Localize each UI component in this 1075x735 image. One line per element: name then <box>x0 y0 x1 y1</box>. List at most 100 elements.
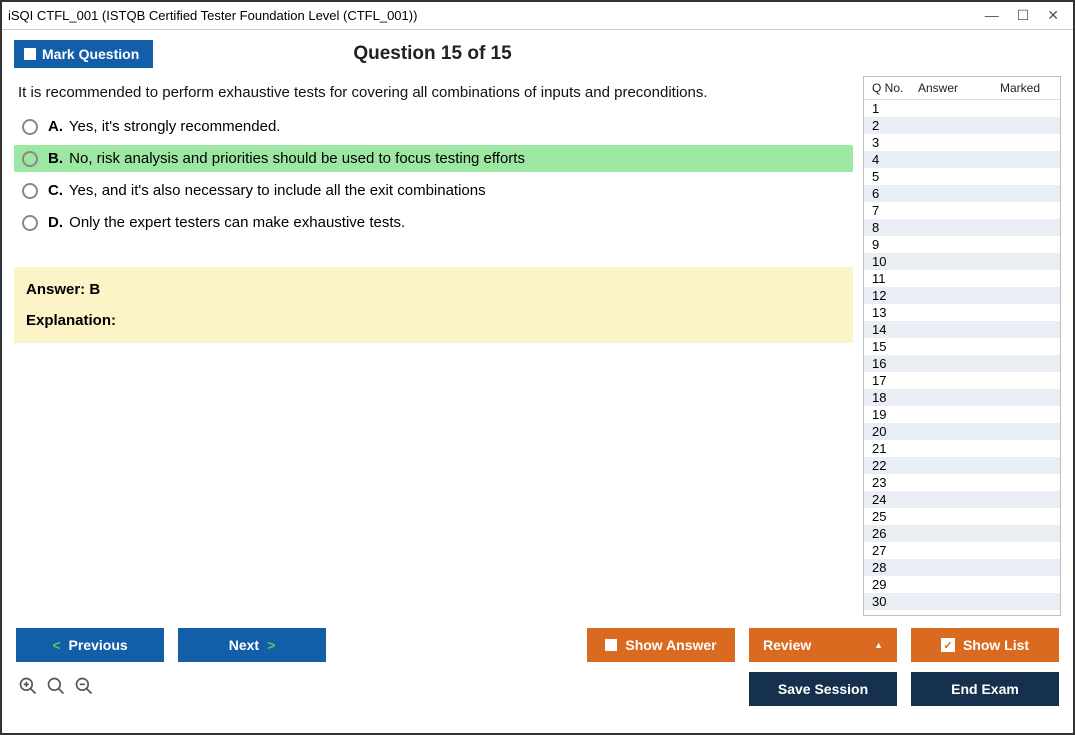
header-marked: Marked <box>984 81 1056 95</box>
list-item[interactable]: 19 <box>864 406 1060 423</box>
list-item[interactable]: 12 <box>864 287 1060 304</box>
option-label: D. Only the expert testers can make exha… <box>48 214 405 231</box>
option-b[interactable]: B. No, risk analysis and priorities shou… <box>14 145 853 172</box>
option-d[interactable]: D. Only the expert testers can make exha… <box>14 209 853 236</box>
options-list: A. Yes, it's strongly recommended. B. No… <box>14 113 853 241</box>
list-item-number: 17 <box>872 373 912 388</box>
list-item[interactable]: 11 <box>864 270 1060 287</box>
show-list-label: Show List <box>963 637 1029 653</box>
list-item[interactable]: 8 <box>864 219 1060 236</box>
question-list-panel: Q No. Answer Marked 12345678910111213141… <box>863 76 1061 616</box>
list-item[interactable]: 17 <box>864 372 1060 389</box>
review-button[interactable]: Review ▲ <box>749 628 897 662</box>
mark-question-label: Mark Question <box>42 46 139 62</box>
list-item-number: 19 <box>872 407 912 422</box>
option-label: C. Yes, and it's also necessary to inclu… <box>48 182 486 199</box>
show-list-button[interactable]: ✓ Show List <box>911 628 1059 662</box>
list-item[interactable]: 20 <box>864 423 1060 440</box>
zoom-in-icon[interactable] <box>18 676 38 702</box>
list-item[interactable]: 2 <box>864 117 1060 134</box>
option-label: A. Yes, it's strongly recommended. <box>48 118 280 135</box>
list-item[interactable]: 27 <box>864 542 1060 559</box>
list-item[interactable]: 21 <box>864 440 1060 457</box>
chevron-left-icon: < <box>52 637 60 653</box>
list-item-number: 28 <box>872 560 912 575</box>
list-item[interactable]: 22 <box>864 457 1060 474</box>
list-item[interactable]: 14 <box>864 321 1060 338</box>
list-item[interactable]: 15 <box>864 338 1060 355</box>
list-item-number: 21 <box>872 441 912 456</box>
list-item[interactable]: 24 <box>864 491 1060 508</box>
option-a[interactable]: A. Yes, it's strongly recommended. <box>14 113 853 140</box>
maximize-icon[interactable]: ☐ <box>1017 7 1030 24</box>
list-item-number: 26 <box>872 526 912 541</box>
list-item-number: 23 <box>872 475 912 490</box>
option-c[interactable]: C. Yes, and it's also necessary to inclu… <box>14 177 853 204</box>
list-item[interactable]: 4 <box>864 151 1060 168</box>
list-item[interactable]: 26 <box>864 525 1060 542</box>
list-item[interactable]: 28 <box>864 559 1060 576</box>
list-item-number: 1 <box>872 101 912 116</box>
list-item-number: 16 <box>872 356 912 371</box>
window-controls: — ☐ ✕ <box>985 7 1067 24</box>
list-item-number: 27 <box>872 543 912 558</box>
list-item-number: 11 <box>872 271 912 286</box>
list-item[interactable]: 16 <box>864 355 1060 372</box>
previous-label: Previous <box>69 637 128 653</box>
question-list-header: Q No. Answer Marked <box>864 77 1060 100</box>
review-label: Review <box>763 637 811 653</box>
show-answer-button[interactable]: Show Answer <box>587 628 735 662</box>
list-item-number: 15 <box>872 339 912 354</box>
next-button[interactable]: Next > <box>178 628 326 662</box>
list-item-number: 30 <box>872 594 912 609</box>
radio-icon <box>22 215 38 231</box>
content-area: It is recommended to perform exhaustive … <box>2 74 1073 616</box>
zoom-reset-icon[interactable] <box>46 676 66 702</box>
list-item-number: 18 <box>872 390 912 405</box>
list-item[interactable]: 6 <box>864 185 1060 202</box>
list-item-number: 20 <box>872 424 912 439</box>
list-item-number: 14 <box>872 322 912 337</box>
header-answer: Answer <box>918 81 984 95</box>
end-exam-button[interactable]: End Exam <box>911 672 1059 706</box>
zoom-out-icon[interactable] <box>74 676 94 702</box>
previous-button[interactable]: < Previous <box>16 628 164 662</box>
list-item[interactable]: 3 <box>864 134 1060 151</box>
list-item[interactable]: 30 <box>864 593 1060 610</box>
question-pane: It is recommended to perform exhaustive … <box>14 74 853 616</box>
list-item[interactable]: 25 <box>864 508 1060 525</box>
save-session-label: Save Session <box>778 681 868 697</box>
save-session-button[interactable]: Save Session <box>749 672 897 706</box>
footer: < Previous Next > Show Answer Review ▲ ✓… <box>2 616 1073 718</box>
list-item[interactable]: 5 <box>864 168 1060 185</box>
close-icon[interactable]: ✕ <box>1047 7 1059 24</box>
mark-question-button[interactable]: Mark Question <box>14 40 153 68</box>
list-item[interactable]: 1 <box>864 100 1060 117</box>
question-text: It is recommended to perform exhaustive … <box>14 74 853 113</box>
footer-row-2: Save Session End Exam <box>16 672 1059 706</box>
list-item[interactable]: 9 <box>864 236 1060 253</box>
list-item[interactable]: 10 <box>864 253 1060 270</box>
show-answer-label: Show Answer <box>625 637 716 653</box>
list-item-number: 9 <box>872 237 912 252</box>
answer-box: Answer: B Explanation: <box>14 267 853 343</box>
option-label: B. No, risk analysis and priorities shou… <box>48 150 525 167</box>
triangle-up-icon: ▲ <box>874 640 883 650</box>
check-icon: ✓ <box>941 638 955 652</box>
chevron-right-icon: > <box>267 637 275 653</box>
list-item[interactable]: 18 <box>864 389 1060 406</box>
list-item-number: 12 <box>872 288 912 303</box>
list-item[interactable]: 13 <box>864 304 1060 321</box>
question-list-body[interactable]: 1234567891011121314151617181920212223242… <box>864 100 1060 615</box>
header-qno: Q No. <box>872 81 918 95</box>
minimize-icon[interactable]: — <box>985 7 999 24</box>
list-item[interactable]: 23 <box>864 474 1060 491</box>
list-item-number: 24 <box>872 492 912 507</box>
list-item[interactable]: 29 <box>864 576 1060 593</box>
explanation-label: Explanation: <box>26 312 841 329</box>
radio-icon <box>22 119 38 135</box>
list-item-number: 10 <box>872 254 912 269</box>
list-item-number: 25 <box>872 509 912 524</box>
window-title: iSQI CTFL_001 (ISTQB Certified Tester Fo… <box>8 8 985 23</box>
list-item[interactable]: 7 <box>864 202 1060 219</box>
